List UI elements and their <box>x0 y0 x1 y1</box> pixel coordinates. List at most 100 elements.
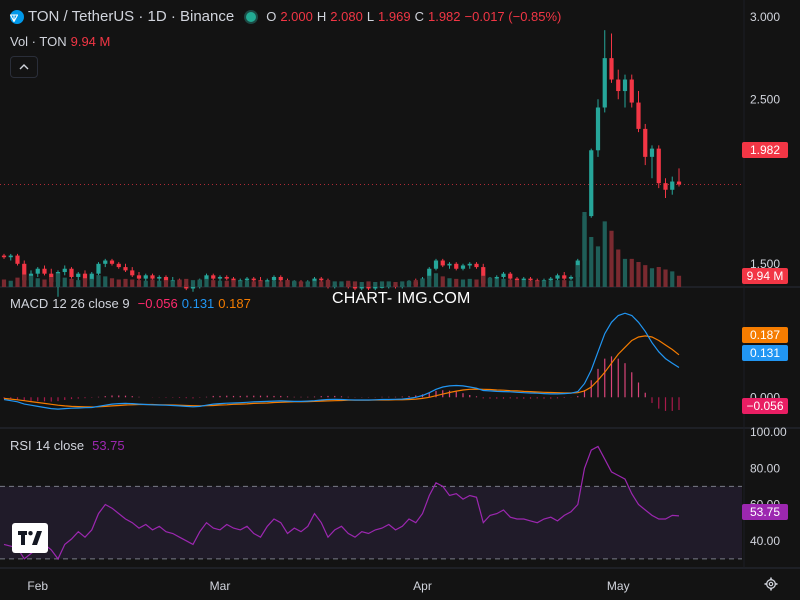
candle-body <box>96 263 101 274</box>
candle-body <box>366 286 371 289</box>
low-value: 1.969 <box>378 9 411 24</box>
candle-body <box>211 275 216 279</box>
rsi-tick-label: 80.00 <box>750 461 780 475</box>
candle-body <box>136 275 142 279</box>
candle-body <box>670 181 675 190</box>
macd-line-tag: 0.131 <box>742 345 788 361</box>
candle-body <box>35 268 40 274</box>
tradingview-logo-icon[interactable] <box>12 523 48 553</box>
volume-bar <box>548 280 553 287</box>
volume-bar <box>379 281 385 287</box>
volume-bar <box>400 281 405 287</box>
candle-body <box>116 263 121 268</box>
volume-bar <box>663 269 668 287</box>
candle-body <box>251 278 256 281</box>
macd-line-value: 0.131 <box>181 296 215 311</box>
volume-bar <box>589 237 594 287</box>
ton-logo-icon <box>9 9 24 24</box>
collapse-legend-button[interactable] <box>10 56 38 78</box>
candle-body <box>190 286 196 289</box>
candle-body <box>622 79 628 92</box>
candle-body <box>123 267 128 271</box>
symbol-legend: TON / TetherUS · 1D · Binance O 2.000 H … <box>9 8 562 25</box>
volume-bar <box>1 279 7 287</box>
volume-bar <box>656 267 661 287</box>
macd-hist-value: −0.056 <box>137 296 178 311</box>
candle-body <box>15 255 20 264</box>
volume-bar <box>447 278 452 287</box>
volume-bar <box>346 280 351 287</box>
candle-body <box>42 268 47 274</box>
volume-bar <box>55 273 61 287</box>
volume-bar <box>123 278 128 287</box>
candle-body <box>514 278 520 281</box>
candle-body <box>636 102 641 129</box>
candle-body <box>224 276 229 279</box>
volume-bar <box>670 271 675 287</box>
volume-bar <box>541 280 547 287</box>
candle-body <box>447 263 452 266</box>
volume-bar <box>454 278 459 287</box>
volume-bar <box>305 281 310 287</box>
chevron-up-icon <box>19 64 29 70</box>
candle-body <box>130 270 135 276</box>
volume-bar <box>595 246 601 287</box>
price-tick-label: 2.500 <box>750 92 780 106</box>
symbol-title[interactable]: TON / TetherUS · 1D · Binance <box>28 8 234 25</box>
candle-body <box>433 260 439 269</box>
macd-line <box>3 312 680 410</box>
volume-bar <box>8 280 13 287</box>
candle-body <box>271 276 277 281</box>
candle-body <box>474 263 479 268</box>
gear-icon[interactable] <box>764 577 778 591</box>
volume-bar <box>413 280 418 287</box>
volume-bar <box>339 281 344 287</box>
volume-bar <box>494 278 499 287</box>
volume-bar <box>508 279 513 287</box>
candle-body <box>440 260 445 266</box>
rsi-params: 14 close <box>35 438 85 453</box>
watermark: CHART- IMG.COM <box>332 290 471 307</box>
low-label: L <box>366 9 375 24</box>
change-value: −0.017 (−0.85%) <box>464 9 562 24</box>
volume-bar <box>575 265 580 287</box>
volume-bar <box>285 280 290 287</box>
volume-bar <box>96 275 101 287</box>
volume-bar <box>271 280 277 287</box>
volume-bar <box>116 279 121 287</box>
volume-bar <box>89 278 94 287</box>
candle-body <box>494 276 499 279</box>
candle-body <box>562 275 567 279</box>
volume-bar <box>278 281 283 287</box>
volume-bar <box>177 279 182 287</box>
candle-body <box>467 263 472 266</box>
volume-bar <box>562 280 567 287</box>
last-price-tag: 1.982 <box>742 142 788 158</box>
volume-bar <box>130 279 135 287</box>
volume-bar <box>433 273 439 287</box>
volume-bar <box>170 280 175 287</box>
volume-bar <box>163 280 169 287</box>
price-pane <box>0 30 742 297</box>
candle-body <box>62 268 67 273</box>
volume-bar <box>616 249 621 287</box>
volume-bar <box>467 278 472 287</box>
candle-body <box>454 263 459 269</box>
market-status-dot-icon <box>246 11 257 22</box>
volume-bar <box>393 282 398 287</box>
close-label: C <box>414 9 424 24</box>
volume-bar <box>521 280 526 287</box>
time-tick-label: May <box>607 579 630 593</box>
volume-bar <box>204 278 209 287</box>
volume-bar <box>224 280 229 287</box>
volume-bar <box>373 282 378 287</box>
volume-bar <box>352 281 358 287</box>
volume-bar <box>440 276 445 287</box>
volume-bar <box>150 279 155 287</box>
rsi-tag: 53.75 <box>742 504 788 520</box>
volume-bar <box>312 280 317 287</box>
candle-body <box>373 286 378 289</box>
candle-body <box>656 148 661 184</box>
candle-body <box>103 260 108 264</box>
volume-bar <box>636 262 641 287</box>
